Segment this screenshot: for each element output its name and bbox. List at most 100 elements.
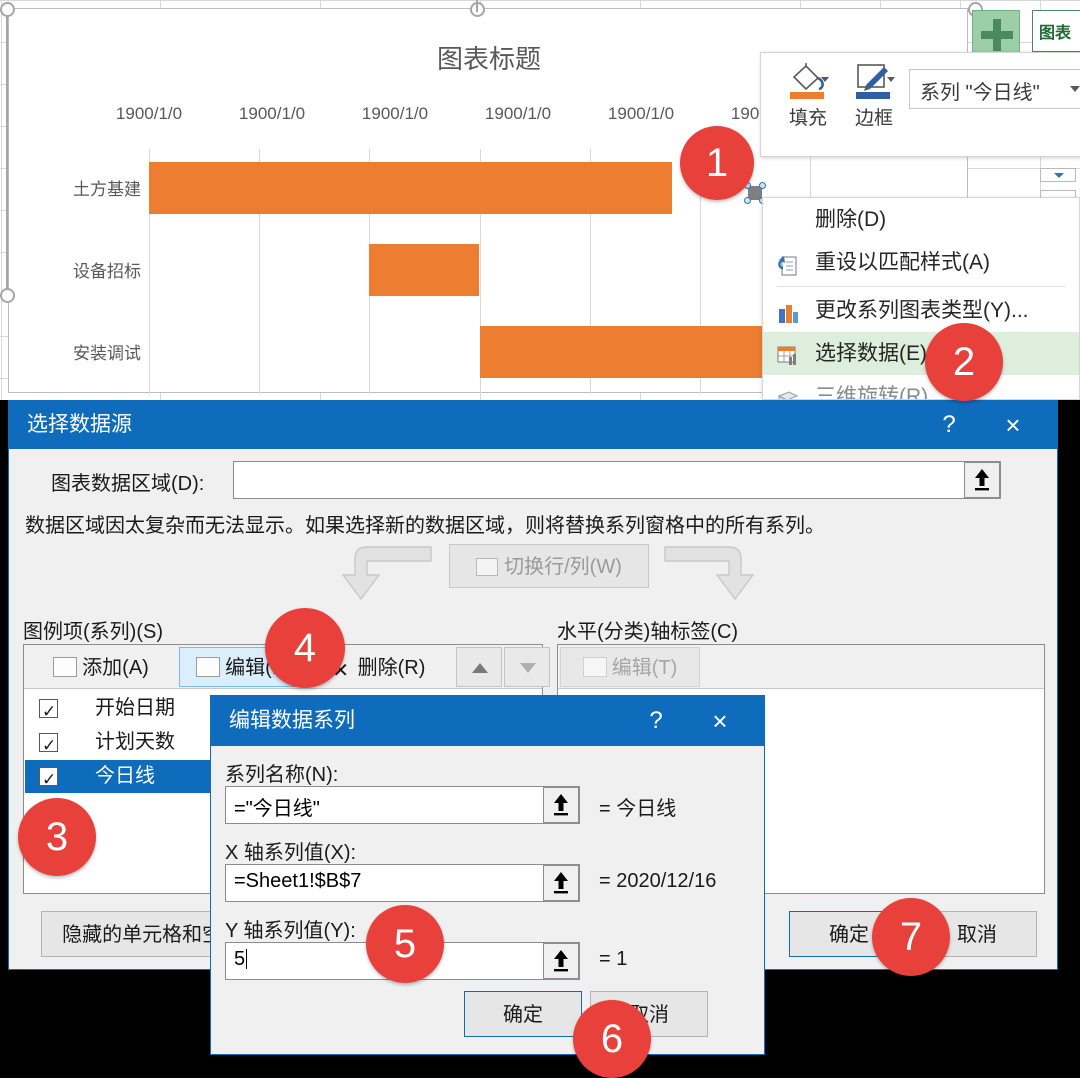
series-name: 今日线 [95, 760, 155, 793]
x-axis-tick-label: 1900/1/0 [362, 104, 428, 124]
edit-series-dialog[interactable]: 编辑数据系列 ? × 系列名称(N): ="今日线" = 今日线 X 轴系列值(… [210, 695, 765, 1055]
move-series-down-button[interactable] [504, 647, 550, 687]
series-name: 计划天数 [95, 726, 175, 759]
chart-selection-edge [476, 0, 478, 12]
select-data-icon [775, 341, 801, 367]
add-series-button[interactable]: 添加(A) [26, 647, 176, 687]
help-icon[interactable]: ? [636, 696, 676, 746]
x-axis-tick-label: 1900/1/0 [239, 104, 305, 124]
edit-category-icon [583, 657, 607, 677]
switch-row-column-button[interactable]: 切换行/列(W) [449, 544, 649, 588]
x-axis-tick-label: 1900/1/0 [116, 104, 182, 124]
chart-resize-handle-top-left[interactable] [0, 2, 15, 17]
chart-category-label: 土方基建 [31, 175, 141, 200]
chart-data-range-input[interactable] [233, 461, 1001, 499]
context-menu-item-3d-rotation[interactable]: 三维旋转(R)... [763, 375, 1079, 400]
worksheet-gridline [0, 0, 1080, 1]
series-selector-combobox[interactable]: 系列 "今日线" [909, 69, 1080, 109]
add-series-label: 添加(A) [82, 657, 149, 679]
step-marker-6: 6 [573, 1000, 651, 1078]
series-selector-value: 系列 "今日线" [920, 82, 1040, 104]
chart-elements-plus-button[interactable] [972, 10, 1020, 58]
collapse-dialog-button[interactable] [543, 943, 579, 979]
step-marker-7: 7 [872, 898, 950, 976]
y-values-label: Y 轴系列值(Y): [225, 914, 356, 943]
collapse-dialog-button[interactable] [543, 787, 579, 823]
series-name: 开始日期 [95, 692, 175, 725]
series-checkbox[interactable] [39, 699, 58, 718]
close-icon[interactable]: × [993, 401, 1033, 449]
remove-series-label: 删除(R) [358, 657, 426, 679]
add-series-icon [53, 657, 77, 677]
fill-color-swatch [790, 92, 824, 99]
chevron-up-icon [472, 663, 488, 673]
mini-toolbar: 填充 边框 系列 "今日线" [760, 52, 1080, 157]
fill-bucket-icon [786, 61, 830, 101]
border-button-label: 边框 [843, 103, 905, 130]
worksheet-gridline [1, 0, 2, 400]
context-menu-item-reset-style[interactable]: 重设以匹配样式(A) [763, 241, 1079, 284]
text-caret-icon [246, 949, 247, 969]
step-marker-2: 2 [925, 323, 1003, 401]
category-axis-header: 水平(分类)轴标签(C) [557, 615, 738, 644]
chart-category-label: 安装调试 [31, 339, 141, 364]
step-marker-3: 3 [18, 798, 96, 876]
switch-row-column-icon [476, 558, 498, 576]
chart-type-icon [775, 298, 801, 324]
worksheet-dropdown-cell[interactable] [1040, 168, 1076, 182]
edit-category-labels-button[interactable]: 编辑(T) [560, 647, 700, 687]
x-values-value: =Sheet1!$B$7 [234, 870, 361, 892]
context-menu-separator [777, 286, 1065, 287]
context-menu-item-change-chart-type[interactable]: 更改系列图表类型(Y)... [763, 289, 1079, 332]
data-range-note: 数据区域因太复杂而无法显示。如果选择新的数据区域，则将替换系列窗格中的所有系列。 [25, 509, 825, 538]
chart-elements-popup[interactable]: 图表 [1032, 10, 1080, 52]
edit-series-ok-button[interactable]: 确定 [464, 991, 582, 1037]
chart-context-menu[interactable]: 删除(D) 重设以匹配样式(A) 更改系列图表类型(Y)... [762, 197, 1080, 400]
chart-category-label: 设备招标 [31, 257, 141, 282]
gantt-bar[interactable] [149, 162, 672, 214]
collapse-dialog-button[interactable] [543, 865, 579, 901]
fill-button-label: 填充 [777, 103, 839, 130]
series-checkbox[interactable] [39, 733, 58, 752]
category-labels-toolbar: 编辑(T) [558, 645, 1044, 689]
move-series-up-button[interactable] [456, 647, 502, 687]
series-checkbox[interactable] [39, 767, 58, 786]
chevron-down-icon[interactable] [1070, 86, 1080, 92]
datapoint-handle[interactable] [759, 182, 766, 189]
border-button[interactable]: 边框 [843, 61, 905, 130]
chevron-down-icon[interactable] [887, 77, 895, 82]
step-marker-5: 5 [366, 905, 444, 983]
gantt-bar[interactable] [480, 326, 810, 378]
x-axis-tick-label: 1900/1/0 [485, 104, 551, 124]
y-values-value: 5 [234, 948, 245, 970]
context-menu-item-label: 重设以匹配样式(A) [815, 251, 990, 274]
fill-button[interactable]: 填充 [777, 61, 839, 130]
context-menu-item-delete[interactable]: 删除(D) [763, 198, 1079, 241]
series-name-value: ="今日线" [234, 798, 320, 820]
chevron-down-icon [1054, 173, 1064, 178]
x-values-input[interactable]: =Sheet1!$B$7 [225, 864, 580, 902]
collapse-dialog-button[interactable] [964, 462, 1000, 498]
chart-selection-edge [6, 16, 8, 290]
gantt-bar[interactable] [369, 244, 479, 296]
plus-icon [981, 31, 1013, 39]
datapoint-handle[interactable] [744, 197, 751, 204]
rotate-3d-icon [775, 384, 801, 400]
switch-row-column-label: 切换行/列(W) [504, 556, 622, 578]
close-icon[interactable]: × [700, 696, 740, 746]
left-flow-arrow-icon [327, 541, 437, 605]
chart-resize-handle-middle-left[interactable] [0, 288, 15, 303]
dialog-title: 编辑数据系列 [229, 709, 355, 732]
border-color-swatch [856, 92, 890, 99]
help-icon[interactable]: ? [929, 401, 969, 449]
series-name-input[interactable]: ="今日线" [225, 786, 580, 824]
step-marker-4: 4 [265, 608, 345, 688]
context-menu-item-label: 三维旋转(R)... [815, 385, 946, 400]
context-menu-item-select-data[interactable]: 选择数据(E)... [763, 332, 1079, 375]
chart-data-range-label: 图表数据区域(D): [51, 467, 204, 496]
right-flow-arrow-icon [659, 541, 769, 605]
chevron-down-icon[interactable] [821, 77, 829, 82]
border-pencil-icon [852, 61, 896, 101]
chevron-down-icon [520, 663, 536, 673]
series-name-result: = 今日线 [599, 792, 676, 821]
